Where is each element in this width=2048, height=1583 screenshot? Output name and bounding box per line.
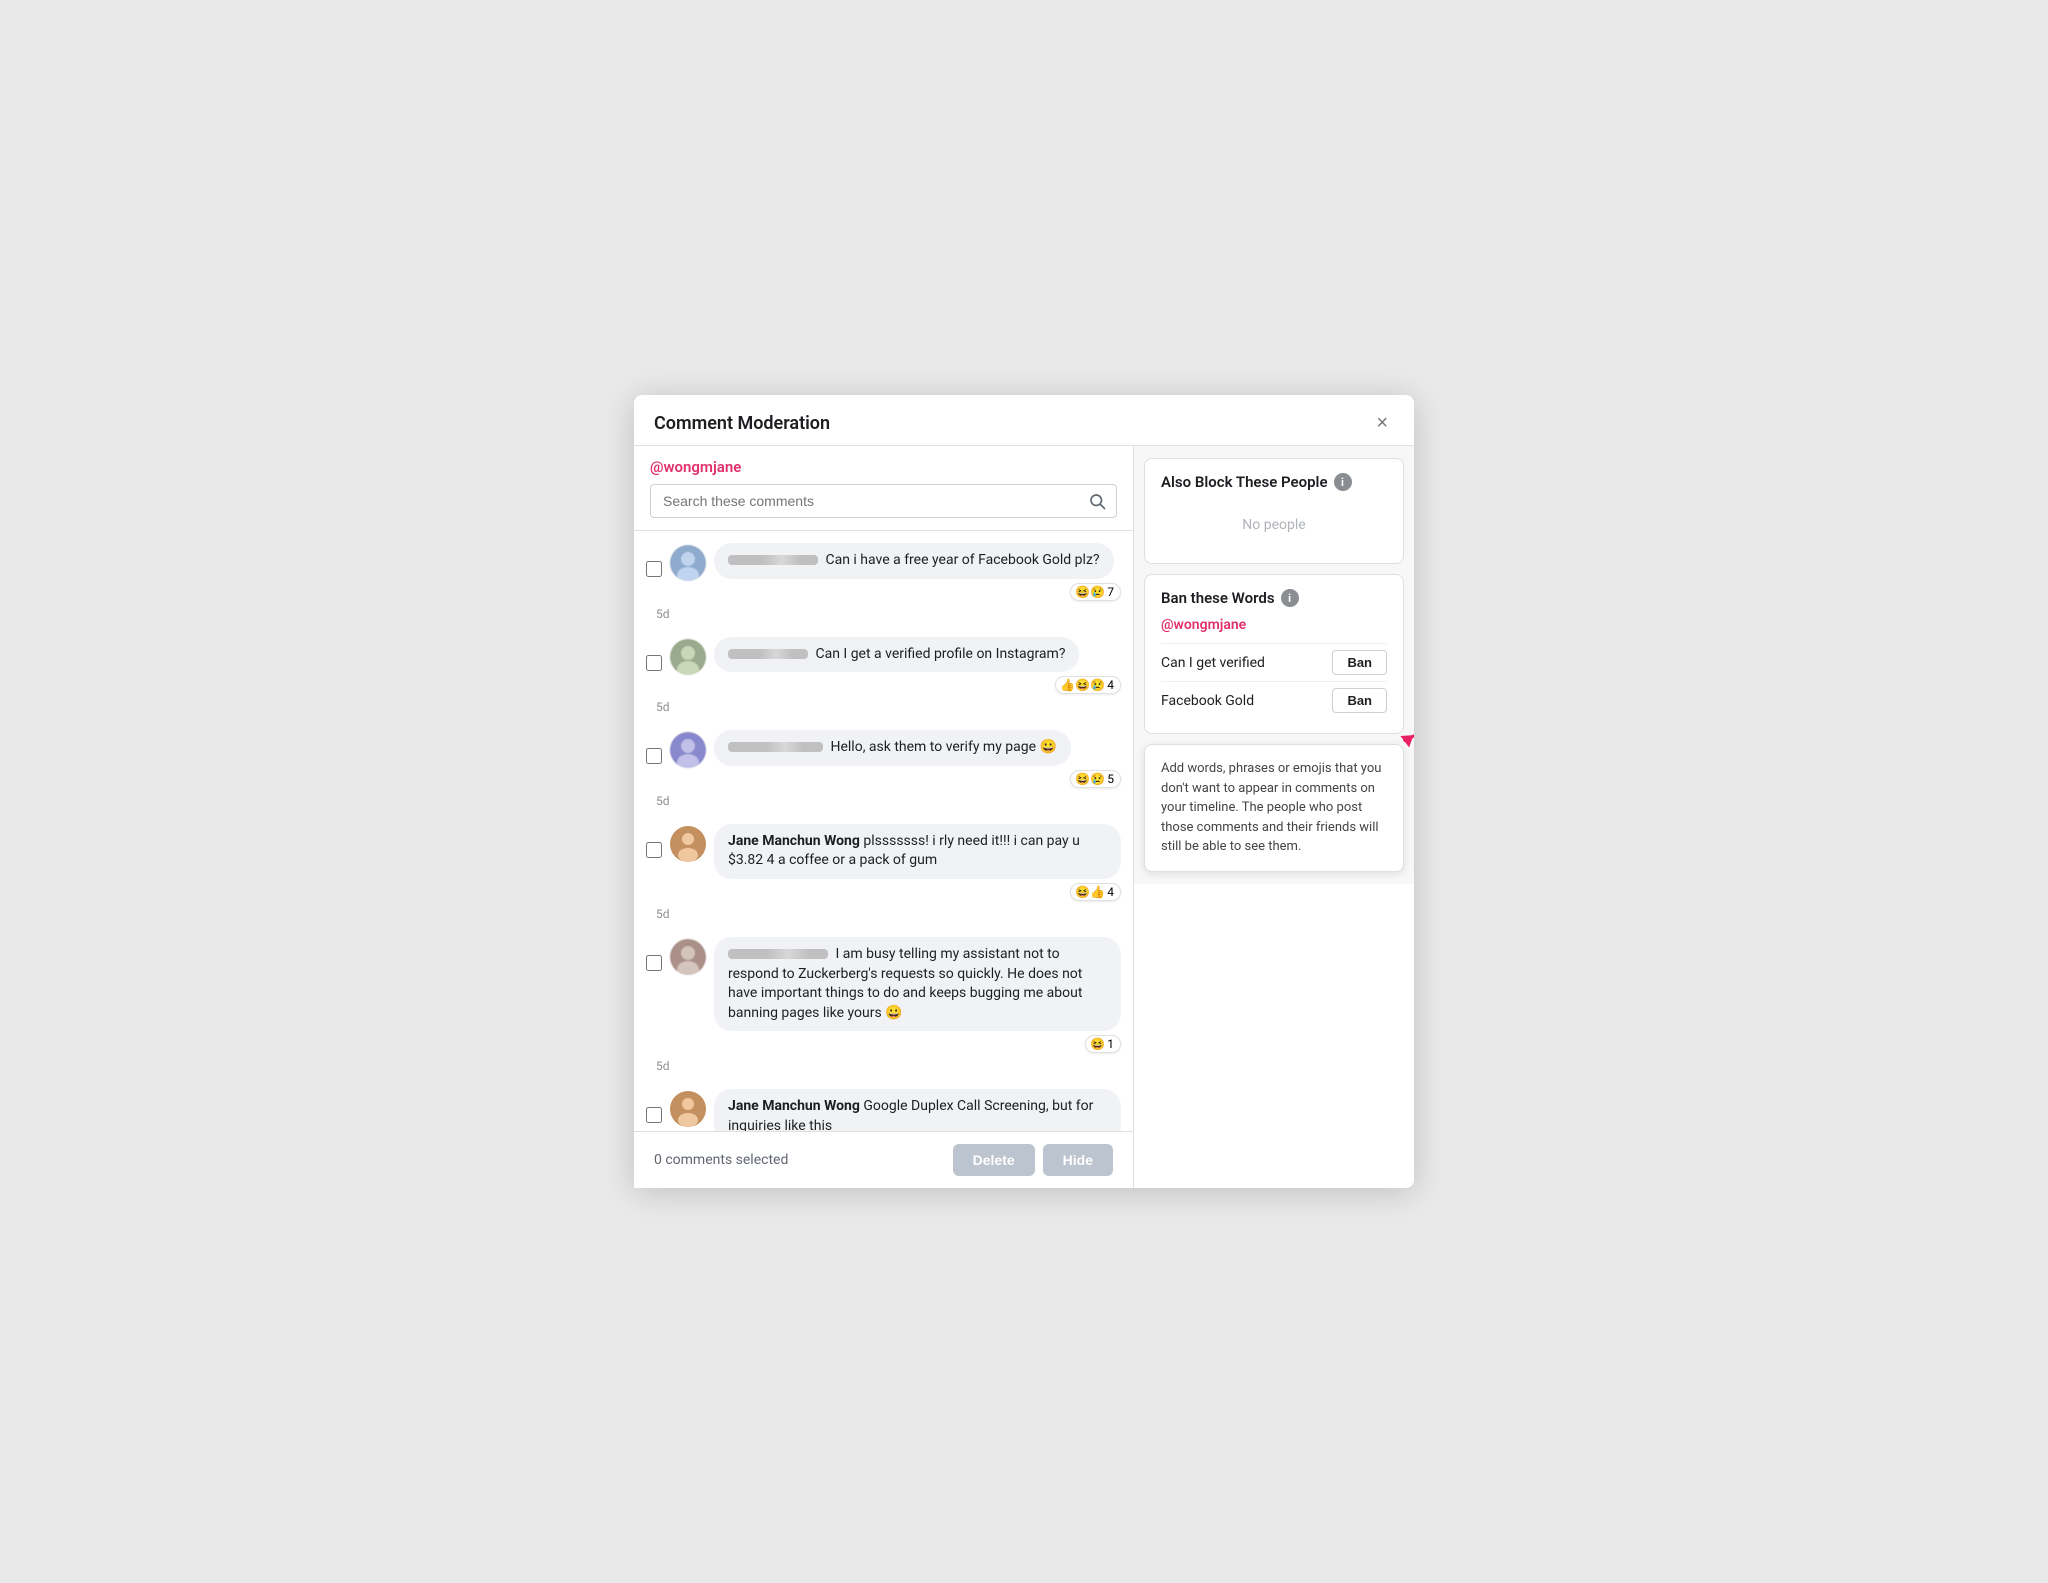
comment-content-6: Jane Manchun Wong Google Duplex Call Scr…	[714, 1089, 1121, 1131]
avatar-3	[670, 732, 706, 768]
modal-footer: 0 comments selected Delete Hide	[634, 1131, 1133, 1188]
comment-bubble-2: Can I get a verified profile on Instagra…	[714, 637, 1079, 673]
reactions-4: 😆👍 4	[714, 883, 1121, 901]
reactions-2: 👍😆😢 4	[714, 676, 1121, 694]
block-people-info-icon[interactable]: i	[1334, 473, 1352, 491]
close-button[interactable]: ×	[1370, 411, 1394, 435]
comment-time-3: 5d	[642, 794, 1125, 808]
hide-button[interactable]: Hide	[1043, 1144, 1113, 1176]
block-people-card: Also Block These People i No people	[1144, 458, 1404, 564]
reactions-3: 😆😢 5	[714, 770, 1121, 788]
ban-words-card: Ban these Words i @wongmjane Can I get v…	[1144, 574, 1404, 734]
reactions-5: 😆 1	[714, 1035, 1121, 1053]
left-panel: @wongmjane	[634, 446, 1134, 1188]
reaction-badge-4: 😆👍 4	[1070, 883, 1121, 901]
blurred-name-3	[728, 742, 823, 752]
comment-content-2: Can I get a verified profile on Instagra…	[714, 637, 1121, 695]
ban-button-1[interactable]: Ban	[1332, 650, 1387, 675]
reaction-badge-2: 👍😆😢 4	[1055, 676, 1121, 694]
comment-author-6: Jane Manchun Wong	[728, 1098, 860, 1114]
comment-item-3: Hello, ask them to verify my page 😀 😆😢 5	[642, 718, 1125, 792]
reaction-badge-1: 😆😢 7	[1070, 583, 1121, 601]
comment-time-2: 5d	[642, 700, 1125, 714]
ban-words-info-icon[interactable]: i	[1281, 589, 1299, 607]
selected-count: 0 comments selected	[654, 1152, 788, 1168]
comment-item-2: Can I get a verified profile on Instagra…	[642, 625, 1125, 699]
ban-section-username: @wongmjane	[1161, 617, 1387, 633]
search-input[interactable]	[651, 485, 1078, 517]
comment-bubble-5: I am busy telling my assistant not to re…	[714, 937, 1121, 1031]
reaction-badge-3: 😆😢 5	[1070, 770, 1121, 788]
comment-checkbox-3[interactable]	[646, 748, 662, 764]
avatar-1	[670, 545, 706, 581]
no-people-text: No people	[1161, 501, 1387, 549]
block-people-title: Also Block These People	[1161, 473, 1328, 491]
comment-item-6: Jane Manchun Wong Google Duplex Call Scr…	[642, 1077, 1125, 1131]
comment-bubble-3: Hello, ask them to verify my page 😀	[714, 730, 1071, 766]
ban-phrase-2: Facebook Gold	[1161, 693, 1254, 709]
ban-row-1: Can I get verified Ban	[1161, 643, 1387, 681]
comment-time-5: 5d	[642, 1059, 1125, 1073]
comment-content-1: Can i have a free year of Facebook Gold …	[714, 543, 1121, 601]
comment-checkbox-1[interactable]	[646, 561, 662, 577]
search-icon	[1088, 492, 1106, 510]
footer-actions: Delete Hide	[953, 1144, 1113, 1176]
reactions-1: 😆😢 7	[714, 583, 1121, 601]
modal: Comment Moderation × @wongmjane	[634, 395, 1414, 1188]
avatar-4	[670, 826, 706, 862]
ban-button-2[interactable]: Ban	[1332, 688, 1387, 713]
comment-checkbox-2[interactable]	[646, 655, 662, 671]
tooltip-text: Add words, phrases or emojis that you do…	[1161, 761, 1381, 854]
avatar-2	[670, 639, 706, 675]
ban-words-title: Ban these Words	[1161, 589, 1275, 607]
comment-text-3: Hello, ask them to verify my page 😀	[830, 739, 1056, 755]
comment-checkbox-5[interactable]	[646, 955, 662, 971]
comment-item-5: I am busy telling my assistant not to re…	[642, 925, 1125, 1057]
comment-bubble-6: Jane Manchun Wong Google Duplex Call Scr…	[714, 1089, 1121, 1131]
comments-list: Can i have a free year of Facebook Gold …	[634, 531, 1133, 1131]
ban-phrase-1: Can I get verified	[1161, 655, 1265, 671]
search-bar	[650, 484, 1117, 518]
search-button[interactable]	[1078, 486, 1116, 516]
blurred-name-1	[728, 555, 818, 565]
comment-author-4: Jane Manchun Wong	[728, 833, 860, 849]
comment-content-5: I am busy telling my assistant not to re…	[714, 937, 1121, 1053]
username-link[interactable]: @wongmjane	[650, 458, 1117, 476]
comment-checkbox-6[interactable]	[646, 1107, 662, 1123]
delete-button[interactable]: Delete	[953, 1144, 1035, 1176]
comment-time-1: 5d	[642, 607, 1125, 621]
avatar-5	[670, 939, 706, 975]
modal-title: Comment Moderation	[654, 413, 830, 434]
comment-text-2: Can I get a verified profile on Instagra…	[815, 646, 1065, 662]
right-panel: Also Block These People i No people Ban …	[1134, 446, 1414, 884]
ban-words-header: Ban these Words i	[1161, 589, 1387, 607]
blurred-name-5	[728, 949, 828, 959]
modal-header: Comment Moderation ×	[634, 395, 1414, 446]
comment-bubble-4: Jane Manchun Wong plsssssss! i rly need …	[714, 824, 1121, 879]
reaction-badge-5: 😆 1	[1085, 1035, 1121, 1053]
avatar-6	[670, 1091, 706, 1127]
modal-body: @wongmjane	[634, 446, 1414, 1188]
comment-content-3: Hello, ask them to verify my page 😀 😆😢 5	[714, 730, 1121, 788]
blurred-name-2	[728, 649, 808, 659]
tooltip-card: Add words, phrases or emojis that you do…	[1144, 744, 1404, 872]
comment-content-4: Jane Manchun Wong plsssssss! i rly need …	[714, 824, 1121, 901]
right-panel-wrapper: Also Block These People i No people Ban …	[1134, 446, 1414, 1188]
left-top: @wongmjane	[634, 446, 1133, 531]
ban-row-2: Facebook Gold Ban	[1161, 681, 1387, 719]
comment-text-1: Can i have a free year of Facebook Gold …	[825, 552, 1099, 568]
comment-item-4: Jane Manchun Wong plsssssss! i rly need …	[642, 812, 1125, 905]
block-people-header: Also Block These People i	[1161, 473, 1387, 491]
comment-checkbox-4[interactable]	[646, 842, 662, 858]
comment-item: Can i have a free year of Facebook Gold …	[642, 531, 1125, 605]
comment-bubble-1: Can i have a free year of Facebook Gold …	[714, 543, 1114, 579]
comment-time-4: 5d	[642, 907, 1125, 921]
